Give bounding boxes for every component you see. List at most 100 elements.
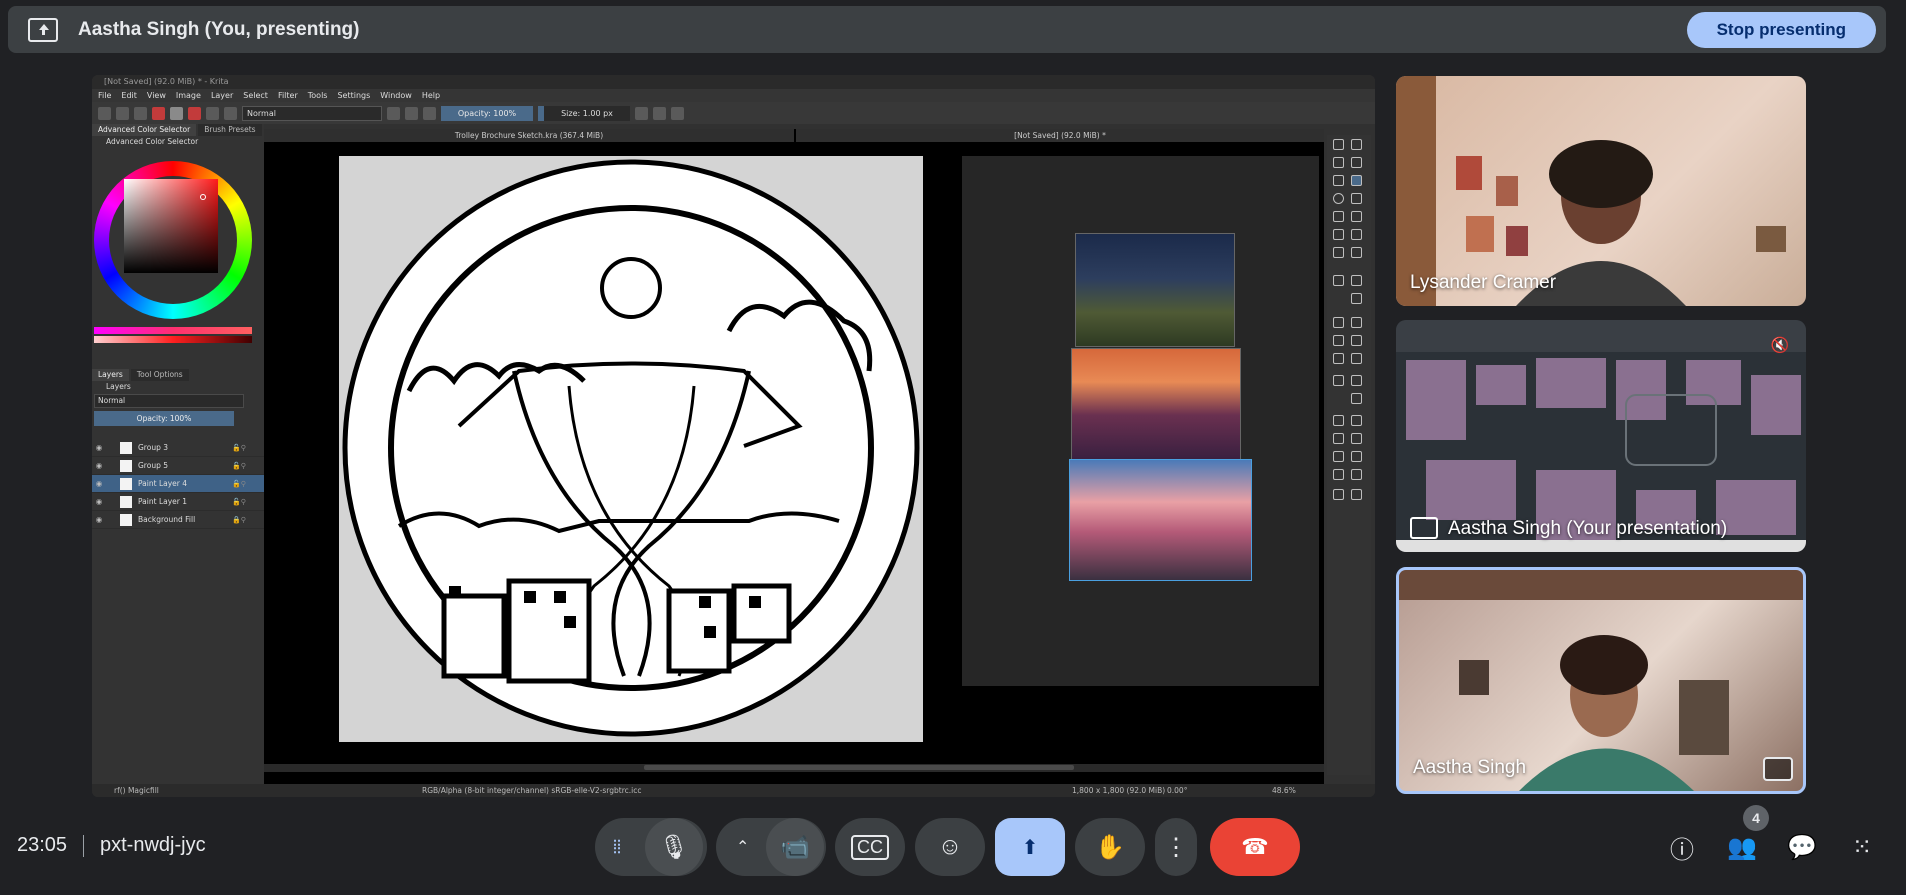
menu-filter[interactable]: Filter xyxy=(278,89,298,102)
layer-row[interactable]: ◉ Background Fill 🔒⚲ xyxy=(92,511,264,529)
reload-preset-icon[interactable] xyxy=(423,106,436,120)
horizontal-scrollbar[interactable] xyxy=(264,764,1324,772)
picture-in-picture-icon[interactable] xyxy=(1763,757,1793,781)
freehand-select-icon[interactable] xyxy=(1351,433,1362,444)
polygon-select-icon[interactable] xyxy=(1333,433,1344,444)
layer-flags-icon[interactable]: 🔓⚲ xyxy=(232,462,264,470)
magnetic-select-icon[interactable] xyxy=(1351,469,1362,480)
line-tool-icon[interactable] xyxy=(1333,175,1344,186)
layer-flags-icon[interactable]: 🔓⚲ xyxy=(232,498,264,506)
rectangle-tool-icon[interactable] xyxy=(1351,193,1362,204)
chat-button[interactable]: 💬 xyxy=(1784,829,1820,865)
camera-options-chevron-icon[interactable]: ⌃ xyxy=(736,837,749,857)
reference-image-storm[interactable] xyxy=(1075,233,1235,347)
reference-image-sunset[interactable] xyxy=(1071,348,1241,460)
document-tab-trolley[interactable]: Trolley Brochure Sketch.kra (367.4 MiB) xyxy=(264,129,794,142)
meeting-info-button[interactable]: ⓘ xyxy=(1664,829,1700,865)
menu-layer[interactable]: Layer xyxy=(211,89,233,102)
eraser-icon[interactable] xyxy=(387,106,400,120)
menu-select[interactable]: Select xyxy=(243,89,268,102)
participant-tile-self[interactable]: Aastha Singh xyxy=(1396,567,1806,794)
zoom-tool-icon[interactable] xyxy=(1351,489,1362,500)
color-history-bar[interactable] xyxy=(94,327,252,334)
pin-tool-icon[interactable] xyxy=(1351,393,1362,404)
present-now-button[interactable]: ⬆ xyxy=(995,818,1065,876)
open-document-icon[interactable] xyxy=(116,106,129,120)
freehand-path-icon[interactable] xyxy=(1351,229,1362,240)
color-selector[interactable] xyxy=(92,147,264,343)
raise-hand-button[interactable]: ✋ xyxy=(1075,818,1145,876)
calligraphy-icon[interactable] xyxy=(1333,157,1344,168)
size-slider[interactable]: Size: 1.00 px xyxy=(538,105,630,121)
gradient-icon[interactable] xyxy=(152,106,165,120)
opacity-slider[interactable]: Opacity: 100% xyxy=(441,105,533,121)
activities-button[interactable]: ⁙ xyxy=(1844,829,1880,865)
bezier-select-icon[interactable] xyxy=(1333,469,1344,480)
fill-tool-icon[interactable] xyxy=(1351,335,1362,346)
multibrush-icon[interactable] xyxy=(1351,247,1362,258)
color-picker-icon[interactable] xyxy=(1333,317,1344,328)
enclose-fill-icon[interactable] xyxy=(1333,353,1344,364)
leave-call-button[interactable]: ☎ xyxy=(1210,818,1300,876)
layer-row[interactable]: ◉ Paint Layer 1 🔓⚲ xyxy=(92,493,264,511)
reactions-button[interactable]: ☺ xyxy=(915,818,985,876)
tab-layers[interactable]: Layers xyxy=(92,369,129,381)
blend-mode-select[interactable]: Normal xyxy=(242,105,382,121)
tab-brush-presets[interactable]: Brush Presets xyxy=(198,124,262,136)
menu-window[interactable]: Window xyxy=(380,89,412,102)
more-options-button[interactable]: ⋮ xyxy=(1155,818,1197,876)
microphone-icon[interactable]: 🎙 xyxy=(645,818,703,876)
mirror-horizontal-icon[interactable] xyxy=(635,106,648,120)
layer-opacity-slider[interactable]: Opacity: 100% xyxy=(94,411,234,426)
layer-row-selected[interactable]: ◉ Paint Layer 4 🔓⚲ xyxy=(92,475,264,493)
visibility-icon[interactable]: ◉ xyxy=(92,479,106,488)
pattern-icon[interactable] xyxy=(170,106,183,120)
bezier-icon[interactable] xyxy=(1333,229,1344,240)
ellipse-tool-icon[interactable] xyxy=(1333,193,1344,204)
transform-tool-icon[interactable] xyxy=(1351,275,1362,286)
menu-view[interactable]: View xyxy=(147,89,166,102)
menu-settings[interactable]: Settings xyxy=(337,89,370,102)
save-document-icon[interactable] xyxy=(134,106,147,120)
mirror-vertical-icon[interactable] xyxy=(653,106,666,120)
scrollbar-thumb[interactable] xyxy=(644,765,1074,770)
edit-shape-icon[interactable] xyxy=(1351,157,1362,168)
menu-file[interactable]: File xyxy=(98,89,111,102)
people-button[interactable]: 👥 xyxy=(1724,829,1760,865)
menu-image[interactable]: Image xyxy=(176,89,201,102)
ellipse-select-icon[interactable] xyxy=(1351,415,1362,426)
color-shade-bar[interactable] xyxy=(94,336,252,343)
contiguous-select-icon[interactable] xyxy=(1333,451,1344,462)
new-document-icon[interactable] xyxy=(98,106,111,120)
pan-tool-icon[interactable] xyxy=(1333,489,1344,500)
alpha-lock-icon[interactable] xyxy=(405,106,418,120)
crop-tool-icon[interactable] xyxy=(1351,293,1362,304)
brush-settings-icon[interactable] xyxy=(206,106,219,120)
layer-flags-icon[interactable]: 🔓⚲ xyxy=(232,444,264,452)
layer-flags-icon[interactable]: 🔓⚲ xyxy=(232,480,264,488)
similar-select-icon[interactable] xyxy=(1351,451,1362,462)
gradient-tool-icon[interactable] xyxy=(1351,317,1362,328)
freehand-brush-icon[interactable] xyxy=(1351,175,1362,186)
camera-icon[interactable]: 📹 xyxy=(766,818,824,876)
captions-button[interactable]: CC xyxy=(835,818,905,876)
tab-tool-options[interactable]: Tool Options xyxy=(130,369,189,381)
participant-tile[interactable]: Lysander Cramer xyxy=(1396,76,1806,306)
reference-image-rainstorm[interactable] xyxy=(1069,459,1252,581)
smart-patch-icon[interactable] xyxy=(1333,335,1344,346)
color-picker-dot[interactable] xyxy=(200,194,206,200)
brush-preset-icon[interactable] xyxy=(224,106,237,120)
measure-tool-icon[interactable] xyxy=(1333,375,1344,386)
select-shape-icon[interactable] xyxy=(1351,139,1362,150)
stop-presenting-button[interactable]: Stop presenting xyxy=(1686,12,1876,48)
polyline-icon[interactable] xyxy=(1333,211,1344,222)
wrap-around-icon[interactable] xyxy=(671,106,684,120)
dynamic-brush-icon[interactable] xyxy=(1333,247,1344,258)
visibility-icon[interactable]: ◉ xyxy=(92,497,106,506)
reference-tool-icon[interactable] xyxy=(1351,375,1362,386)
layer-row[interactable]: ◉ Group 5 🔓⚲ xyxy=(92,457,264,475)
menu-help[interactable]: Help xyxy=(422,89,440,102)
visibility-icon[interactable]: ◉ xyxy=(92,515,106,524)
menu-tools[interactable]: Tools xyxy=(308,89,328,102)
polygon-icon[interactable] xyxy=(1351,211,1362,222)
